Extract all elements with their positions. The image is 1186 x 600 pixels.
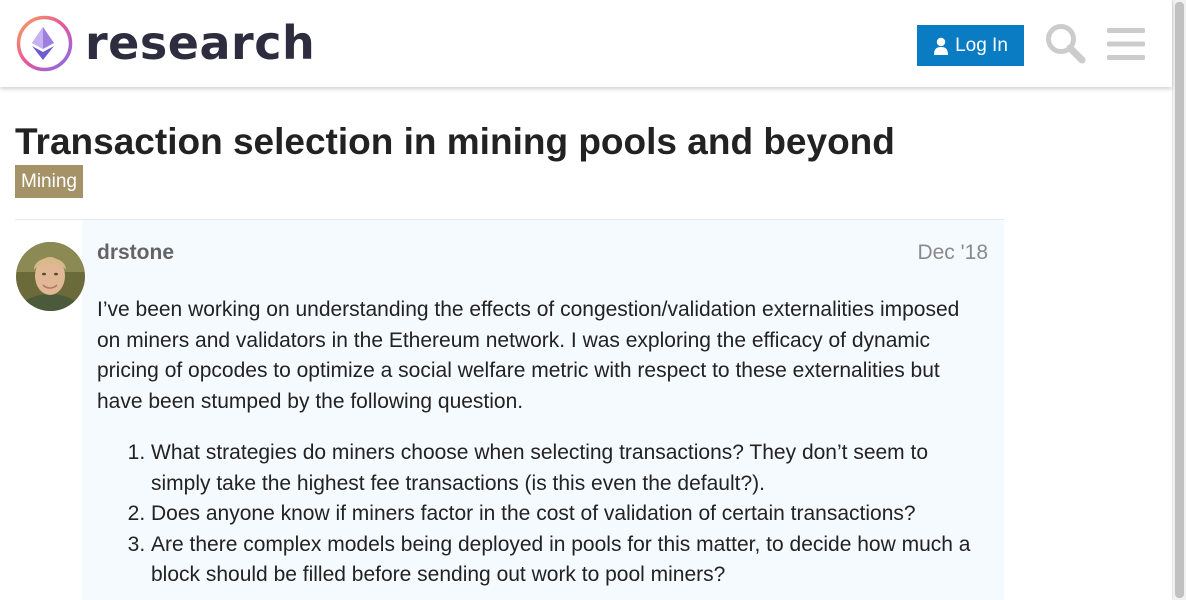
post-date[interactable]: Dec '18 bbox=[917, 240, 988, 266]
site-logo-text[interactable]: research bbox=[85, 13, 315, 73]
hamburger-menu-icon[interactable] bbox=[1107, 26, 1145, 62]
post-paragraph: I’ve been working on understanding the e… bbox=[97, 298, 960, 413]
post-body: I’ve been working on understanding the e… bbox=[97, 295, 977, 591]
question-list: What strategies do miners choose when se… bbox=[97, 438, 977, 591]
page: research Log In Transaction selection in… bbox=[0, 0, 1186, 600]
list-item: Are there complex models being deployed … bbox=[151, 530, 977, 591]
user-icon bbox=[934, 37, 949, 55]
scrollbar-thumb[interactable] bbox=[1175, 2, 1184, 598]
category-badge[interactable]: Mining bbox=[15, 165, 83, 198]
site-header: research Log In bbox=[0, 0, 1172, 87]
avatar[interactable] bbox=[16, 242, 85, 311]
list-item: What strategies do miners choose when se… bbox=[151, 438, 977, 499]
post-username[interactable]: drstone bbox=[97, 240, 174, 266]
topic-title[interactable]: Transaction selection in mining pools an… bbox=[15, 121, 895, 163]
login-button[interactable]: Log In bbox=[917, 25, 1024, 66]
ethresear-logo-icon[interactable] bbox=[16, 15, 73, 72]
search-icon[interactable] bbox=[1044, 22, 1086, 64]
page-scrollbar[interactable] bbox=[1172, 0, 1186, 600]
login-button-label: Log In bbox=[955, 34, 1008, 56]
list-item: Does anyone know if miners factor in the… bbox=[151, 499, 977, 530]
avatar-image-icon bbox=[16, 242, 85, 311]
